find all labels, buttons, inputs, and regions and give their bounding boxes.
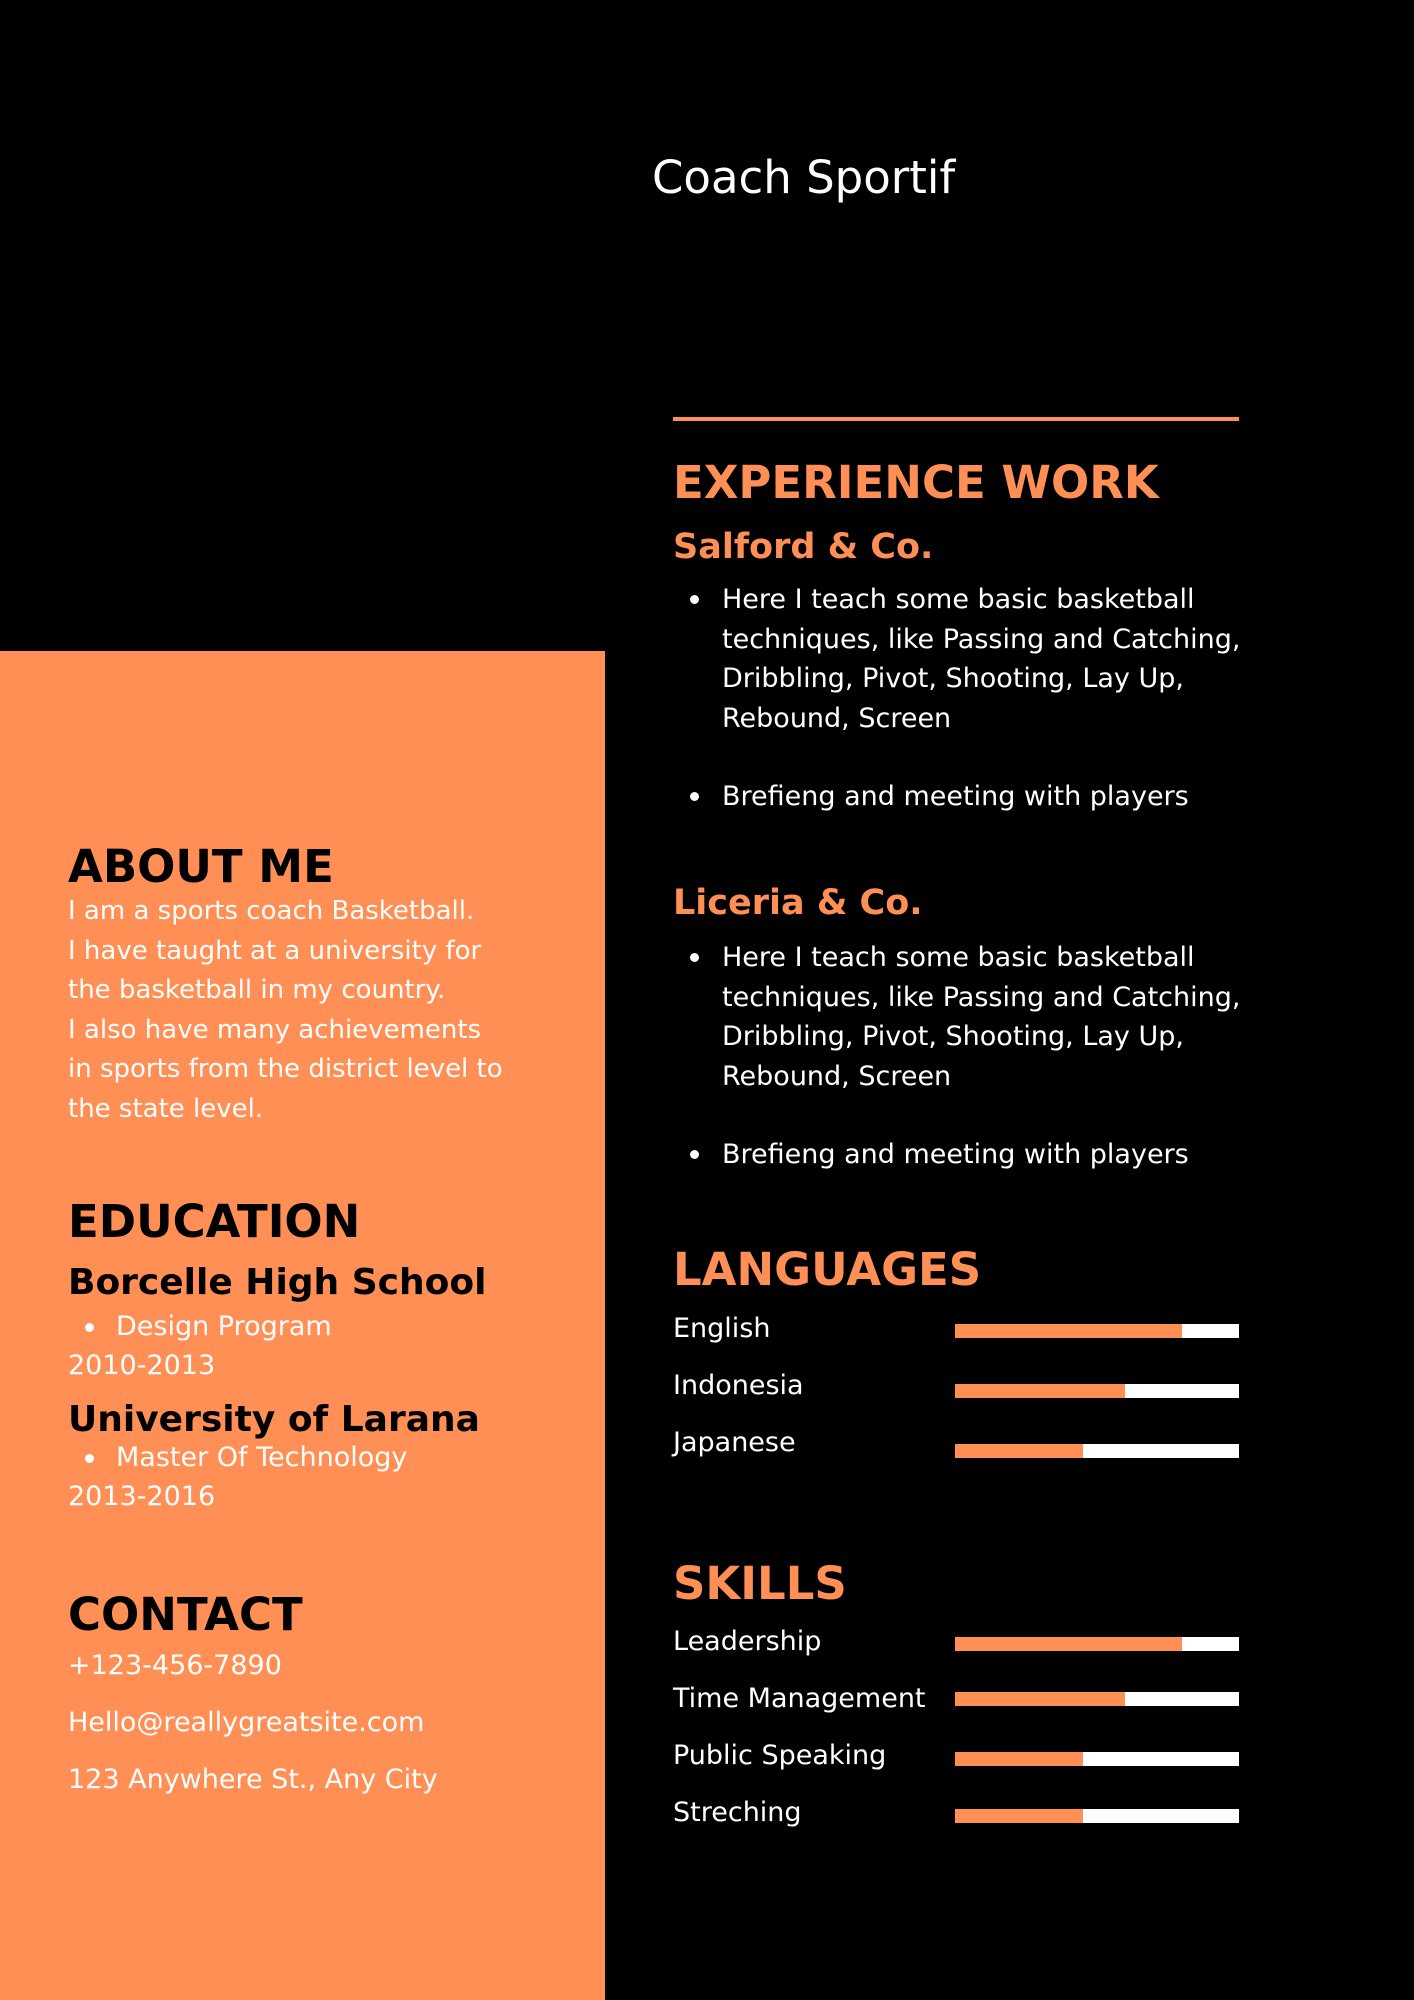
skills-title: SKILLS xyxy=(673,1557,847,1610)
education-title: EDUCATION xyxy=(68,1195,361,1248)
school-name: Borcelle High School xyxy=(68,1262,487,1303)
level-fill xyxy=(955,1752,1083,1766)
language-level-bar xyxy=(955,1444,1239,1458)
job-bullets: Here I teach some basic basketball techn… xyxy=(673,938,1313,1175)
level-fill xyxy=(955,1637,1183,1651)
list-item: Here I teach some basic basketball techn… xyxy=(673,938,1313,1096)
level-fill xyxy=(955,1809,1083,1823)
skill-level-bar xyxy=(955,1692,1239,1706)
experience-title: EXPERIENCE WORK xyxy=(673,456,1159,509)
language-label: Indonesia xyxy=(673,1370,804,1401)
skill-label: Time Management xyxy=(673,1683,926,1714)
header-divider xyxy=(673,417,1239,421)
school-name: University of Larana xyxy=(68,1399,480,1440)
education-program: Design Program xyxy=(68,1309,332,1345)
job-bullets: Here I teach some basic basketball techn… xyxy=(673,580,1313,817)
skill-level-bar xyxy=(955,1637,1239,1651)
list-item: Brefieng and meeting with players xyxy=(673,1135,1313,1175)
language-label: Japanese xyxy=(673,1427,796,1458)
contact-email[interactable]: Hello@reallygreatsite.com xyxy=(68,1705,424,1741)
language-level-bar xyxy=(955,1324,1239,1338)
level-fill xyxy=(955,1324,1183,1338)
education-program: Master Of Technology xyxy=(68,1440,407,1476)
about-title: ABOUT ME xyxy=(68,840,334,893)
skill-level-bar xyxy=(955,1809,1239,1823)
list-item: Brefieng and meeting with players xyxy=(673,777,1313,817)
contact-title: CONTACT xyxy=(68,1588,303,1641)
skill-level-bar xyxy=(955,1752,1239,1766)
level-fill xyxy=(955,1444,1083,1458)
skill-label: Leadership xyxy=(673,1626,822,1657)
skill-label: Streching xyxy=(673,1797,802,1828)
education-years: 2010-2013 xyxy=(68,1350,216,1381)
company-name: Liceria & Co. xyxy=(673,883,923,923)
language-level-bar xyxy=(955,1384,1239,1398)
contact-phone: +123-456-7890 xyxy=(68,1650,282,1681)
education-years: 2013-2016 xyxy=(68,1481,216,1512)
level-fill xyxy=(955,1692,1126,1706)
level-fill xyxy=(955,1384,1126,1398)
language-label: English xyxy=(673,1313,771,1344)
contact-address: 123 Anywhere St., Any City xyxy=(68,1764,438,1795)
skill-label: Public Speaking xyxy=(673,1740,887,1771)
job-title: Coach Sportif xyxy=(652,151,956,204)
company-name: Salford & Co. xyxy=(673,527,934,567)
list-item: Here I teach some basic basketball techn… xyxy=(673,580,1313,738)
languages-title: LANGUAGES xyxy=(673,1243,982,1296)
about-text: I am a sports coach Basketball. I have t… xyxy=(68,896,503,1124)
